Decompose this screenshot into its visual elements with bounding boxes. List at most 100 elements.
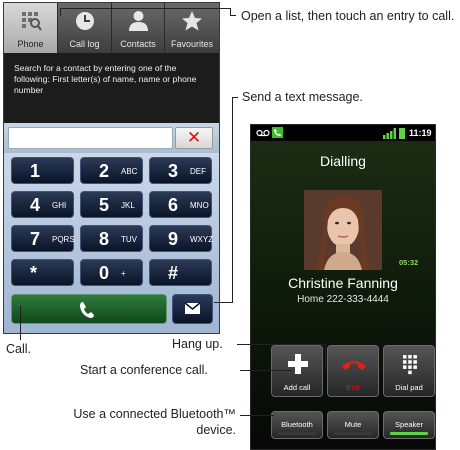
add-call-button[interactable]: Add call (271, 345, 323, 397)
key-letters: GHI (52, 201, 67, 210)
call-timer: 05:32 (399, 258, 419, 267)
callout-open-list: Open a list, then touch an entry to call… (241, 9, 455, 23)
key-4[interactable]: 4 GHI (11, 191, 74, 218)
mute-label: Mute (344, 420, 362, 429)
callout-line (240, 370, 292, 371)
active-call-icon (272, 127, 283, 138)
key-digit: 1 (30, 161, 41, 181)
key-letters: + (121, 269, 126, 278)
callout-send-text: Send a text message. (242, 90, 363, 104)
key-0[interactable]: 0 + (80, 259, 143, 286)
dial-pad-button[interactable]: Dial pad (383, 345, 435, 397)
caller-name: Christine Fanning (288, 275, 398, 291)
key-digit: # (168, 263, 179, 283)
end-call-button[interactable]: End (327, 345, 379, 397)
call-button[interactable] (11, 294, 167, 324)
bluetooth-indicator (278, 432, 316, 435)
key-digit: 8 (99, 229, 110, 249)
tab-favourites[interactable]: Favourites (165, 3, 219, 53)
close-icon: ✕ (186, 128, 202, 147)
key-digit: 7 (30, 229, 41, 249)
tab-phone-label: Phone (17, 39, 44, 49)
key-digit: 4 (30, 195, 41, 215)
send-message-button[interactable] (172, 294, 213, 324)
star-icon (165, 10, 219, 32)
tab-call-log-label: Call log (69, 39, 100, 49)
end-call-icon (328, 352, 378, 376)
key-letters: WXYZ (190, 235, 214, 244)
callout-line (214, 302, 233, 303)
tab-contacts[interactable]: Contacts (112, 3, 165, 53)
tab-call-log[interactable]: Call log (58, 3, 112, 53)
search-hint-text: Search for a contact by entering one of … (14, 63, 197, 95)
key-9[interactable]: 9 WXYZ (149, 225, 214, 252)
callout-line (20, 306, 21, 340)
callout-line (60, 8, 61, 16)
key-digit: 9 (168, 229, 179, 249)
key-1[interactable]: 1 (11, 157, 74, 184)
tab-phone[interactable]: Phone (4, 3, 58, 53)
callout-bluetooth-line2: device. (196, 423, 236, 437)
key-letters: JKL (121, 201, 135, 210)
bluetooth-label: Bluetooth (281, 420, 313, 429)
call-state: Dialling (320, 153, 366, 169)
key-letters: ABC (121, 167, 138, 176)
clock-icon (58, 10, 111, 32)
search-row: ✕ (4, 123, 219, 153)
callout-line (230, 15, 236, 16)
mute-indicator (334, 432, 372, 435)
dialpad-icon (384, 352, 434, 376)
search-input[interactable] (8, 127, 173, 149)
status-bar: 11:19 (251, 125, 435, 141)
dialer-screen: Phone Call log Contacts Favourites Searc… (3, 2, 220, 334)
tab-contacts-label: Contacts (120, 39, 156, 49)
callout-line (60, 8, 230, 9)
key-6[interactable]: 6 MNO (149, 191, 212, 218)
callout-call: Call. (6, 342, 32, 356)
callout-bluetooth-line1: Use a connected Bluetooth™ (73, 407, 236, 421)
plus-icon (272, 352, 322, 376)
key-5[interactable]: 5 JKL (80, 191, 143, 218)
key-digit: 0 (99, 263, 110, 283)
end-call-label: End (346, 383, 360, 392)
key-3[interactable]: 3 DEF (149, 157, 212, 184)
mute-toggle[interactable]: Mute (327, 411, 379, 439)
key-star[interactable]: * (11, 259, 74, 286)
key-letters: DEF (190, 167, 206, 176)
key-hash[interactable]: # (149, 259, 212, 286)
dial-keypad: 1 2 ABC 3 DEF 4 GHI 5 JKL 6 MNO 7 PQRS 8… (4, 153, 219, 333)
key-letters: TUV (121, 235, 137, 244)
delete-button[interactable]: ✕ (175, 127, 213, 149)
callout-bluetooth: Use a connected Bluetooth™ device. (58, 406, 236, 438)
key-digit: 6 (168, 195, 179, 215)
key-digit: 5 (99, 195, 110, 215)
callout-conference: Start a conference call. (80, 363, 208, 377)
key-letters: MNO (190, 201, 209, 210)
dialpad-search-icon (4, 10, 57, 32)
key-7[interactable]: 7 PQRS (11, 225, 75, 252)
speaker-label: Speaker (395, 420, 423, 429)
signal-icon (383, 128, 396, 139)
status-time: 11:19 (409, 128, 432, 138)
add-call-label: Add call (283, 383, 311, 392)
dial-pad-label: Dial pad (395, 383, 423, 392)
key-digit: 2 (99, 161, 110, 181)
phone-handset-icon (80, 302, 94, 318)
callout-hang-up: Hang up. (172, 337, 223, 351)
in-call-screen: 11:19 Dialling 05:32 Christine Fanning H… (250, 124, 436, 450)
battery-icon (399, 128, 405, 139)
caller-photo (304, 190, 382, 270)
tab-favourites-label: Favourites (170, 39, 214, 49)
voicemail-icon (256, 129, 270, 137)
caller-number: Home 222-333-4444 (297, 294, 389, 305)
speaker-toggle[interactable]: Speaker (383, 411, 435, 439)
callout-line (232, 97, 233, 303)
key-2[interactable]: 2 ABC (80, 157, 143, 184)
key-digit: * (30, 263, 38, 283)
key-8[interactable]: 8 TUV (80, 225, 143, 252)
callout-line (325, 344, 326, 369)
speaker-indicator (390, 432, 428, 435)
bluetooth-toggle[interactable]: Bluetooth (271, 411, 323, 439)
key-digit: 3 (168, 161, 179, 181)
dialer-tab-bar: Phone Call log Contacts Favourites (4, 3, 219, 53)
